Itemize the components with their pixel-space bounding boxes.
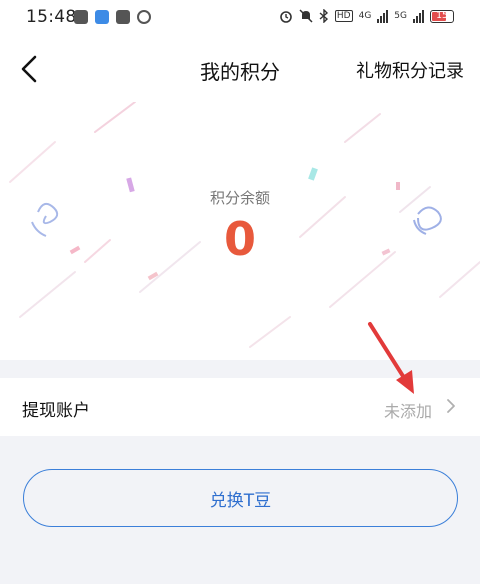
balance-label: 积分余额: [209, 189, 270, 207]
battery-level: 15: [436, 11, 448, 21]
network-type-label: 4G: [358, 11, 372, 21]
withdraw-account-label: 提现账户: [22, 401, 90, 421]
status-bar: 15:48 HD 4G 5G 15: [0, 0, 480, 36]
status-time: 15:48: [26, 7, 77, 27]
sync-icon: [137, 10, 151, 24]
exchange-t-beans-button[interactable]: 兑换T豆: [23, 469, 458, 527]
alarm-icon: [280, 11, 292, 23]
app-notification-icon: [95, 10, 109, 24]
withdraw-account-status: 未添加: [383, 402, 432, 421]
mail-icon: [116, 10, 130, 24]
gift-points-record-link[interactable]: 礼物积分记录: [356, 57, 464, 83]
chevron-right-icon: [447, 399, 455, 413]
bluetooth-icon: [319, 9, 328, 23]
system-icons: HD 4G 5G 15: [279, 9, 454, 23]
app-notification-icon: [74, 10, 88, 24]
signal-icon: [413, 9, 424, 23]
signal-icon: [377, 9, 389, 23]
nav-bar: 我的积分 礼物积分记录: [0, 36, 480, 102]
balance-value: 0: [223, 212, 256, 266]
notification-icons: [74, 10, 151, 24]
annotation-arrow-icon: [368, 322, 414, 394]
mute-icon: [299, 9, 313, 23]
network-type-label: 5G: [394, 11, 407, 21]
hd-badge: HD: [334, 10, 353, 22]
battery-icon: 15: [430, 9, 454, 23]
